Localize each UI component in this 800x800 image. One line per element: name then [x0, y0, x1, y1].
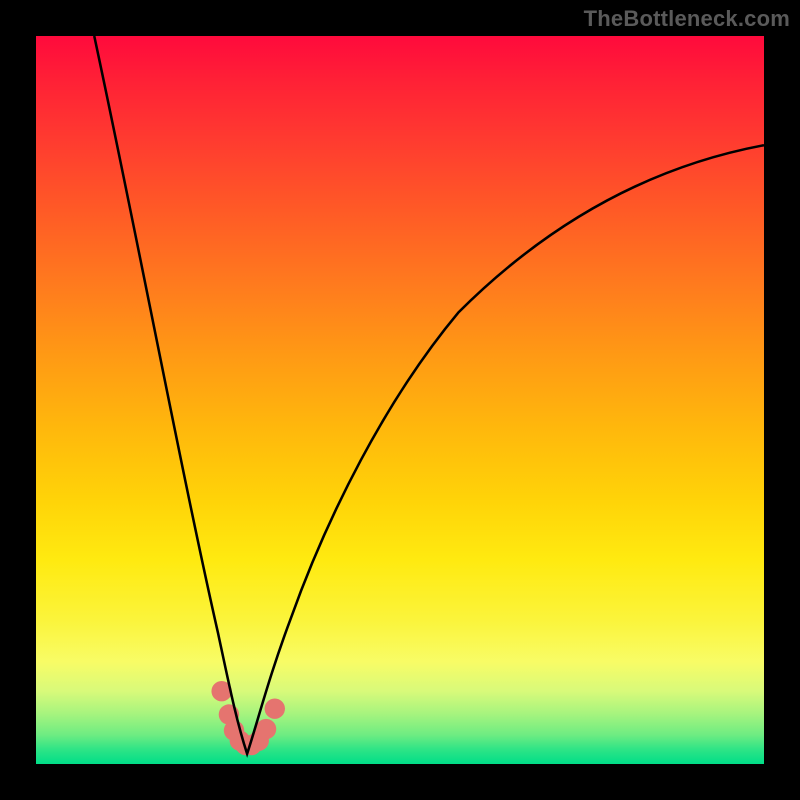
chart-frame: TheBottleneck.com — [0, 0, 800, 800]
markers-group — [211, 681, 285, 755]
marker-dot — [265, 698, 285, 718]
bottleneck-curve — [94, 36, 764, 754]
plot-area — [36, 36, 764, 764]
chart-svg — [36, 36, 764, 764]
marker-dot — [256, 719, 276, 739]
watermark-text: TheBottleneck.com — [584, 6, 790, 32]
